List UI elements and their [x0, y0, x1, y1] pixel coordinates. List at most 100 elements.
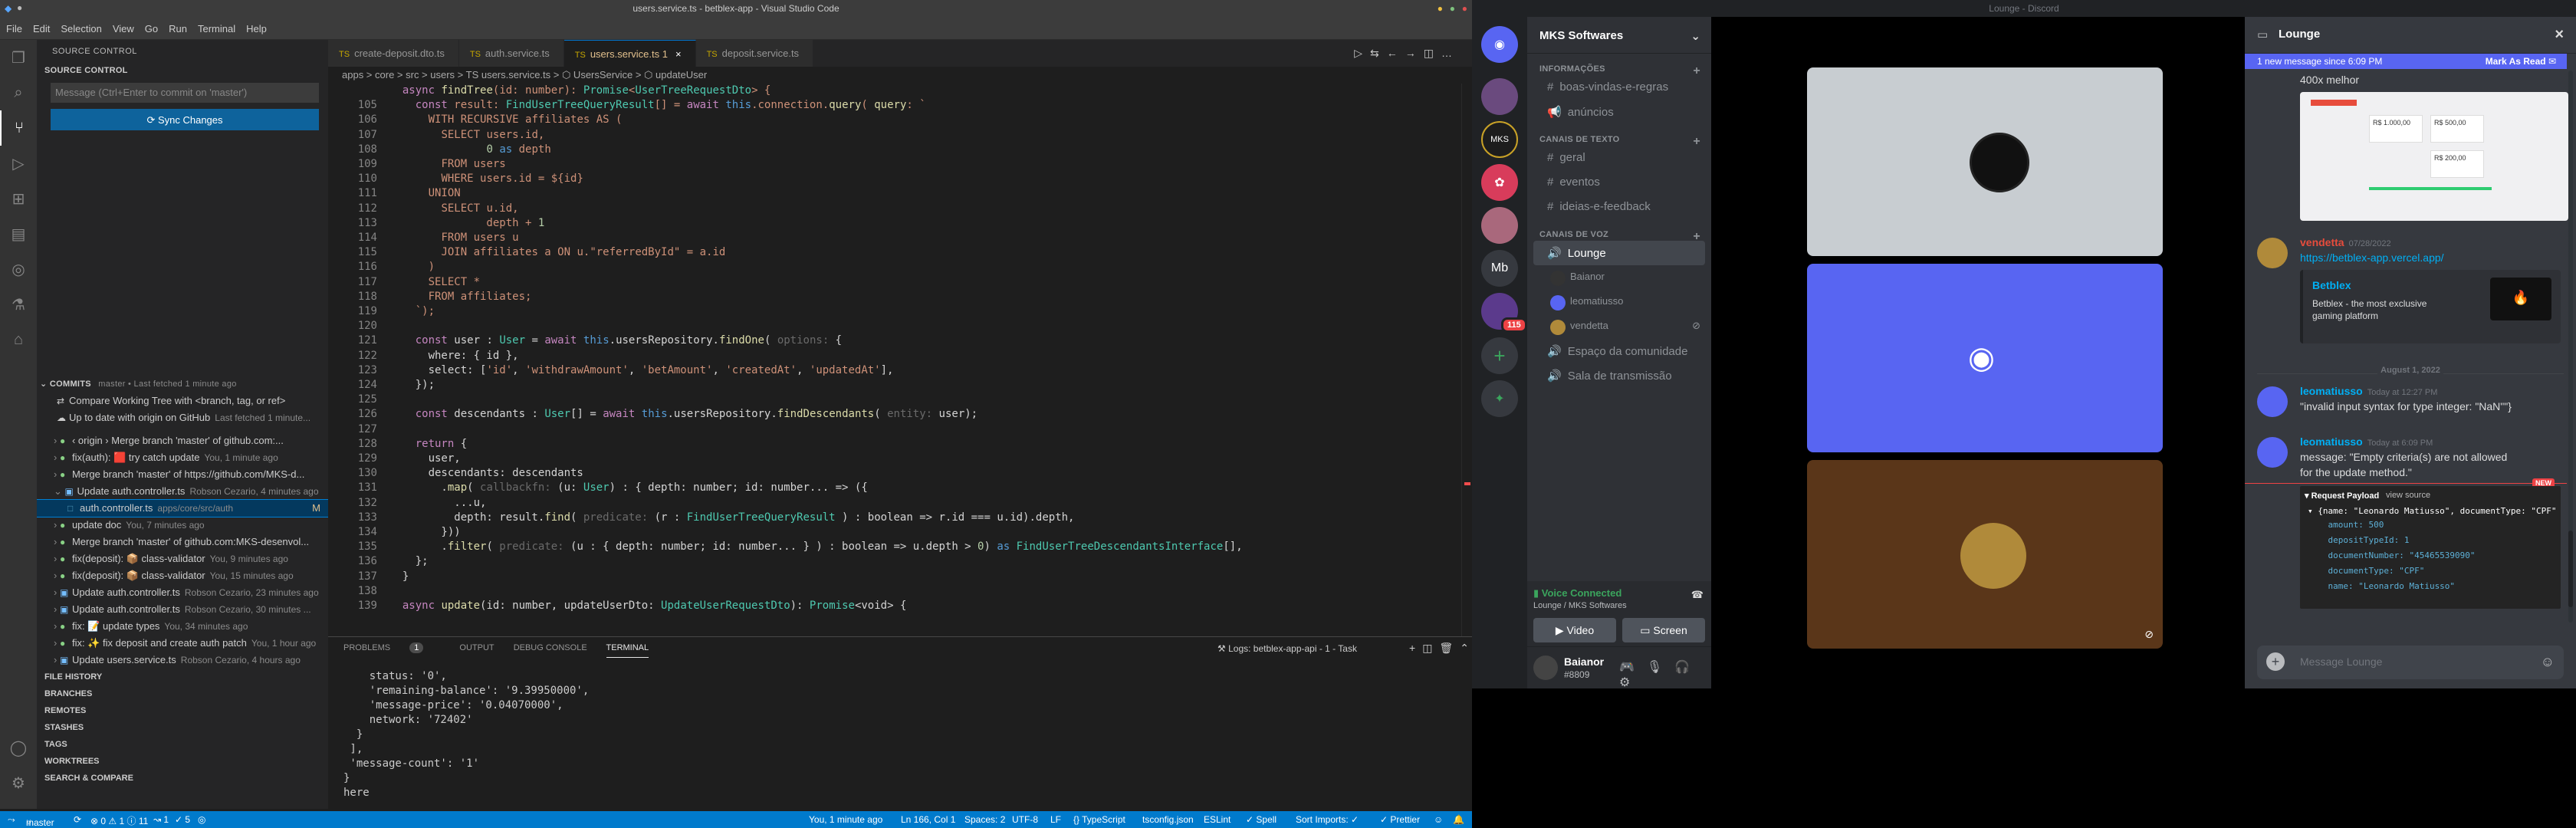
code-line[interactable]: FROM users u: [389, 231, 518, 245]
avatar[interactable]: [2257, 386, 2288, 417]
menu-terminal[interactable]: Terminal: [192, 17, 240, 34]
code-line[interactable]: JOIN affiliates a ON u."referredById" = …: [389, 245, 725, 260]
add-channel-icon[interactable]: +: [1693, 135, 1700, 149]
search-icon[interactable]: ⌕: [0, 75, 37, 110]
server-avatar[interactable]: [1481, 207, 1518, 244]
code-line[interactable]: .filter( predicate: (u : { depth: number…: [389, 540, 1242, 554]
breadcrumb[interactable]: apps > core > src > users > TS users.ser…: [328, 67, 1472, 84]
commit-item[interactable]: › ● Merge branch 'master' of github.com:M…: [37, 534, 328, 550]
code-line[interactable]: const descendants : User[] = await this.…: [389, 407, 978, 422]
code-line[interactable]: });: [389, 378, 435, 393]
minimize-icon[interactable]: ●: [1438, 3, 1443, 14]
go-forward-icon[interactable]: →: [1405, 47, 1424, 59]
request-payload-image[interactable]: ▾ Request Payload view source ▾ {name: "…: [2300, 486, 2561, 609]
category-canais-de-texto[interactable]: CANAIS DE TEXTO +: [1527, 124, 1711, 149]
menu-edit[interactable]: Edit: [27, 17, 54, 34]
account-icon[interactable]: ◯: [0, 730, 37, 765]
file-history-section[interactable]: FILE HISTORY: [37, 669, 328, 685]
chat-scrollbar[interactable]: [2568, 71, 2573, 623]
checks-indicator[interactable]: ✓ 5: [175, 814, 190, 825]
avatar[interactable]: [2257, 437, 2288, 468]
search-compare-section[interactable]: SEARCH & COMPARE: [37, 770, 328, 787]
commit-item[interactable]: › ● update doc You, 7 minutes ago: [37, 517, 328, 534]
code-line[interactable]: })): [389, 525, 460, 540]
code-line[interactable]: const user : User = await this.usersRepo…: [389, 334, 842, 348]
run-debug-icon[interactable]: ▷: [0, 146, 37, 181]
sync-changes-button[interactable]: ⟳ Sync Changes: [51, 109, 319, 130]
close-window-icon[interactable]: ●: [1462, 3, 1467, 14]
add-attachment-icon[interactable]: +: [2266, 652, 2285, 671]
commit-message-input[interactable]: Message (Ctrl+Enter to commit on 'master…: [51, 83, 319, 103]
voice-channel-lounge[interactable]: 🔊 Lounge: [1533, 241, 1705, 265]
problems-indicator[interactable]: ⊗ 0 ⚠ 1 ⓘ 11: [90, 814, 148, 827]
menu-file[interactable]: File: [0, 17, 27, 34]
code-line[interactable]: where: { id },: [389, 349, 519, 363]
split-terminal-icon[interactable]: ◫: [1422, 642, 1439, 654]
live-share-icon[interactable]: ◎: [198, 814, 205, 825]
close-chat-icon[interactable]: ×: [2555, 26, 2564, 44]
commit-item[interactable]: › ● fix: ✨ fix deposit and create auth pa…: [37, 635, 328, 652]
prettier-status[interactable]: ✓ Prettier: [1380, 814, 1420, 825]
voice-user[interactable]: leomatiusso: [1527, 290, 1711, 314]
remotes-section[interactable]: REMOTES: [37, 702, 328, 719]
code-line[interactable]: select: ['id', 'withdrawAmount', 'betAmo…: [389, 363, 894, 378]
code-line[interactable]: return {: [389, 437, 467, 452]
kill-terminal-icon[interactable]: 🗑: [1439, 642, 1460, 654]
worktrees-section[interactable]: WORKTREES: [37, 753, 328, 770]
code-line[interactable]: depth: result.find( predicate: (r : Find…: [389, 511, 1074, 525]
code-line[interactable]: depth + 1: [389, 216, 544, 231]
up-to-date-item[interactable]: ☁ Up to date with origin on GitHub Last fe…: [37, 409, 328, 426]
encoding-status[interactable]: UTF-8: [1012, 814, 1038, 825]
channel-ideias[interactable]: # ideias-e-feedback: [1527, 195, 1711, 219]
add-server-icon[interactable]: +: [1481, 337, 1518, 374]
code-line[interactable]: WHERE users.id = ${id}: [389, 172, 583, 186]
server-mb-icon[interactable]: Mb: [1481, 250, 1518, 287]
server-avatar[interactable]: [1481, 78, 1518, 115]
menu-help[interactable]: Help: [240, 17, 271, 34]
explore-servers-icon[interactable]: ✦: [1481, 380, 1518, 417]
code-line[interactable]: SELECT u.id,: [389, 202, 518, 216]
video-tile-vendetta[interactable]: ⊘: [1807, 460, 2163, 649]
add-channel-icon[interactable]: +: [1693, 64, 1700, 78]
code-line[interactable]: };: [389, 554, 429, 569]
chat-scroll-thumb[interactable]: [2568, 531, 2573, 607]
explorer-icon[interactable]: ❐: [0, 40, 37, 75]
commits-section[interactable]: ⌄ COMMITS master • Last fetched 1 minute…: [37, 376, 328, 393]
code-editor[interactable]: async findTree(id: number): Promise<User…: [328, 84, 1472, 636]
commit-file-item[interactable]: □ auth.controller.ts apps/core/src/auth M: [37, 499, 328, 518]
tags-section[interactable]: TAGS: [37, 736, 328, 753]
disconnect-icon[interactable]: ☎: [1691, 589, 1704, 601]
compare-changes-icon[interactable]: ⇆: [1370, 47, 1387, 59]
voice-user[interactable]: Baianor: [1527, 265, 1711, 290]
code-line[interactable]: }: [389, 570, 409, 584]
commit-item[interactable]: › ● ‹ origin › Merge branch 'master' of g…: [37, 432, 328, 449]
server-header[interactable]: MKS Softwares ⌄: [1527, 17, 1711, 54]
code-line[interactable]: .map( callbackfn: (u: User) : { depth: n…: [389, 481, 867, 495]
menu-selection[interactable]: Selection: [54, 17, 106, 34]
code-line[interactable]: UNION: [389, 186, 461, 201]
ports-indicator[interactable]: ↝ 1: [153, 814, 169, 825]
code-line[interactable]: FROM affiliates;: [389, 290, 532, 304]
more-actions-icon[interactable]: …: [1441, 47, 1460, 59]
tab-auth-service[interactable]: TS auth.service.ts: [458, 40, 564, 67]
feedback-icon[interactable]: ☺: [1434, 814, 1443, 825]
screen-share-button[interactable]: ▭ Screen: [1622, 618, 1705, 642]
channel-boas-vindas[interactable]: # boas-vindas-e-regras: [1527, 75, 1711, 100]
tsconfig-status[interactable]: tsconfig.json: [1142, 814, 1194, 825]
message-author[interactable]: leomatiusso Today at 12:27 PM: [2300, 385, 2437, 397]
code-line[interactable]: SELECT *: [389, 275, 480, 290]
menu-go[interactable]: Go: [139, 17, 163, 34]
sync-status-icon[interactable]: ⟳: [74, 814, 81, 825]
code-line[interactable]: `);: [389, 304, 435, 319]
panel-tab-terminal[interactable]: TERMINAL: [606, 643, 649, 658]
commit-item[interactable]: › ▣ Update auth.controller.ts Robson Cezar…: [37, 584, 328, 601]
branches-section[interactable]: BRANCHES: [37, 685, 328, 702]
video-tile-leomatiusso[interactable]: ◉: [1807, 264, 2163, 452]
commit-item[interactable]: › ▣ Update users.service.ts Robson Cezario…: [37, 652, 328, 669]
video-tile-baianor[interactable]: [1807, 67, 2163, 256]
commit-item[interactable]: › ● fix(deposit): 📦 class-validator You, 9…: [37, 550, 328, 567]
commit-item[interactable]: › ● fix(auth): 🟥 try catch update You, 1 m…: [37, 449, 328, 466]
stashes-section[interactable]: STASHES: [37, 719, 328, 736]
cursor-position[interactable]: Ln 166, Col 1: [901, 814, 955, 825]
language-mode[interactable]: {} TypeScript: [1073, 814, 1125, 825]
